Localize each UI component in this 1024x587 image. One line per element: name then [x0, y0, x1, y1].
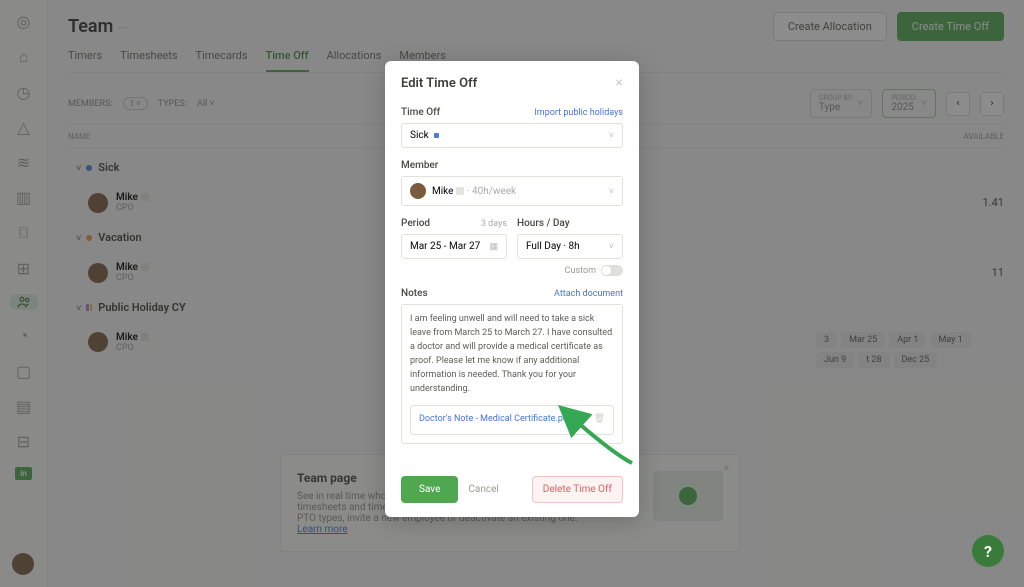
attachment-file[interactable]: Doctor's Note - Medical Certificate.pdf …	[410, 405, 614, 435]
support-button[interactable]: ?	[972, 535, 1004, 567]
modal-close-button[interactable]: ×	[616, 75, 623, 91]
period-input[interactable]: Mar 25 - Mar 27 ▦	[401, 234, 507, 259]
notes-label: Notes	[401, 288, 428, 299]
trash-icon[interactable]: 🗑	[594, 413, 605, 427]
calendar-icon: ▦	[489, 242, 498, 252]
delete-time-off-button[interactable]: Delete Time Off	[532, 476, 623, 503]
time-off-label: Time Off	[401, 107, 440, 118]
hours-label: Hours / Day	[517, 218, 570, 229]
modal-title: Edit Time Off	[401, 76, 477, 91]
import-holidays-link[interactable]: Import public holidays	[534, 108, 623, 118]
member-label: Member	[401, 160, 438, 171]
custom-label: Custom	[565, 266, 596, 276]
save-button[interactable]: Save	[401, 476, 458, 503]
attach-document-link[interactable]: Attach document	[554, 289, 623, 299]
cancel-button[interactable]: Cancel	[468, 484, 498, 495]
time-off-select[interactable]: Sick ˅	[401, 123, 623, 148]
edit-time-off-modal: Edit Time Off × Time Off Import public h…	[385, 61, 639, 517]
avatar-icon	[410, 183, 426, 199]
period-days: 3 days	[481, 219, 507, 229]
custom-toggle[interactable]	[601, 265, 623, 276]
member-select[interactable]: Mike · 40h/week ˅	[401, 176, 623, 206]
hours-select[interactable]: Full Day · 8h ˅	[517, 234, 623, 259]
period-label: Period	[401, 218, 430, 229]
notes-textarea[interactable]: I am feeling unwell and will need to tak…	[401, 304, 623, 444]
